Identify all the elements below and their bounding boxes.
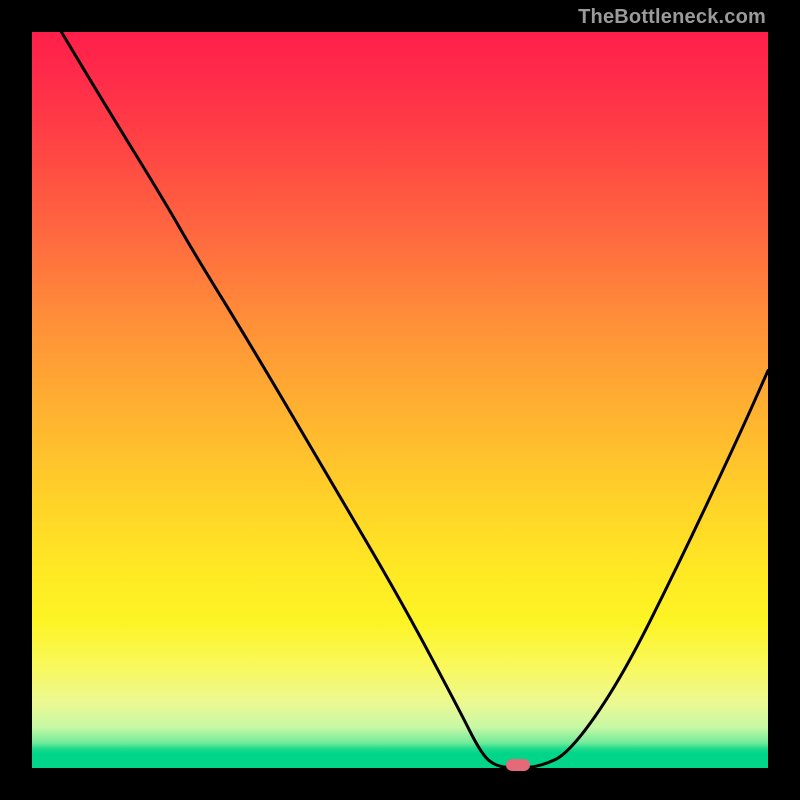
plot-area xyxy=(32,32,768,768)
chart-container: TheBottleneck.com xyxy=(0,0,800,800)
watermark-text: TheBottleneck.com xyxy=(578,6,766,29)
optimal-marker xyxy=(506,759,530,771)
bottleneck-curve xyxy=(32,32,768,768)
